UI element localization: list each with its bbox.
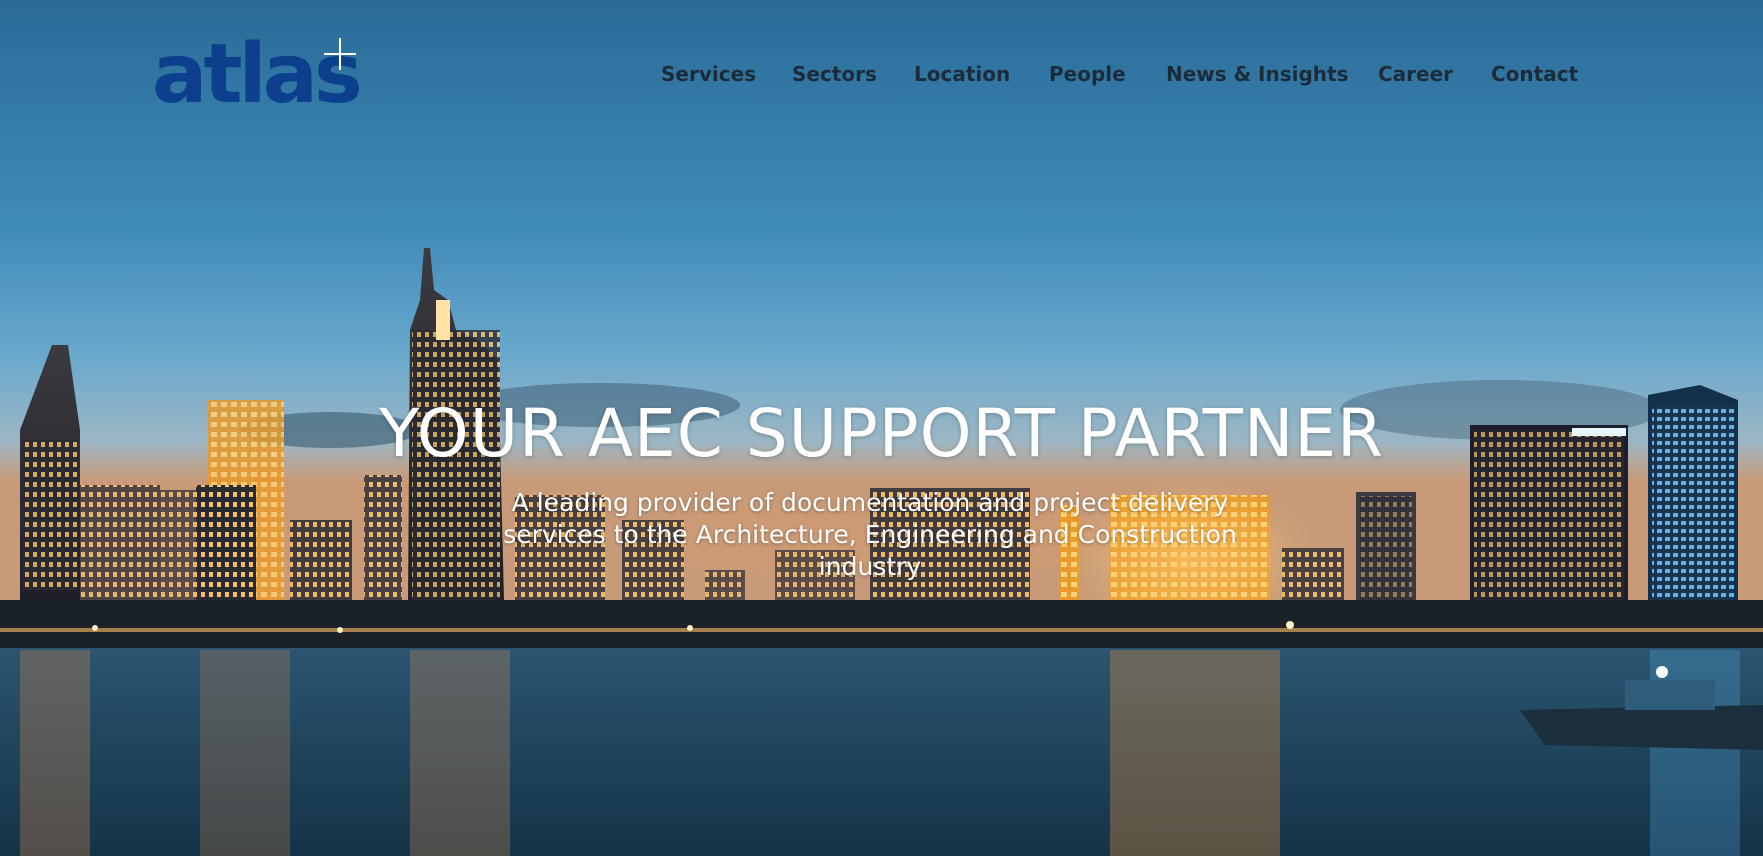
- hero-subtitle: A leading provider of documentation and …: [503, 488, 1237, 581]
- homepage: atlas Services Sectors Location People N…: [0, 0, 1763, 856]
- nav-item-career[interactable]: Career: [1378, 58, 1453, 90]
- nav-item-people[interactable]: People: [1049, 58, 1126, 90]
- nav-item-contact[interactable]: Contact: [1491, 58, 1578, 90]
- site-header: atlas Services Sectors Location People N…: [0, 0, 1763, 140]
- main-navigation: Services Sectors Location People News & …: [0, 58, 1763, 90]
- nav-item-services[interactable]: Services: [661, 58, 756, 90]
- hero-title: YOUR AEC SUPPORT PARTNER: [379, 395, 1384, 473]
- nav-item-sectors[interactable]: Sectors: [792, 58, 877, 90]
- nav-item-news-insights[interactable]: News & Insights: [1166, 58, 1349, 90]
- nav-item-location[interactable]: Location: [914, 58, 1010, 90]
